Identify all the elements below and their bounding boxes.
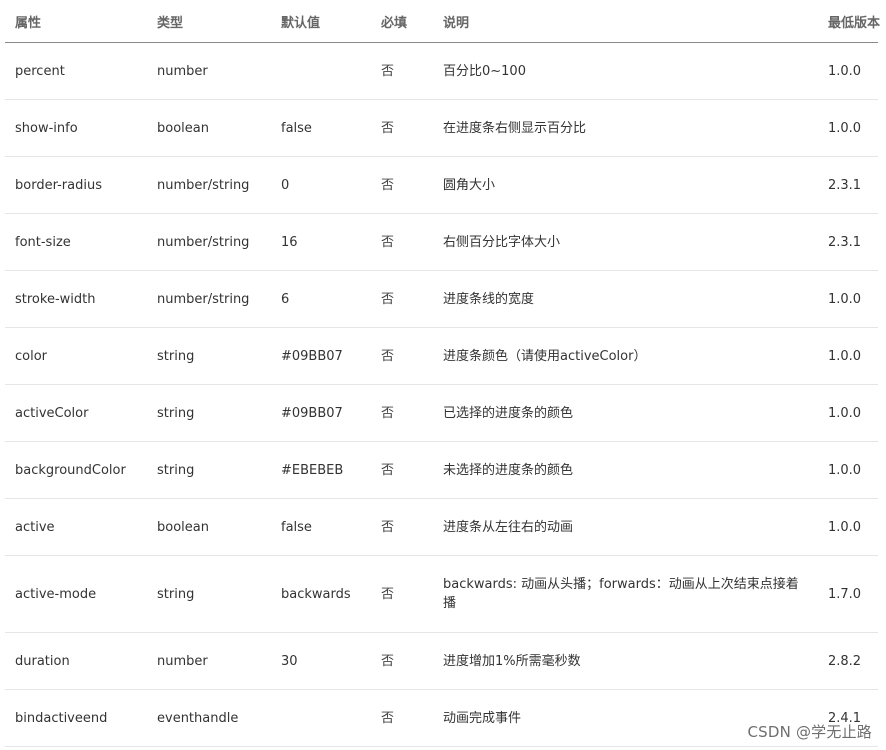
cell-description: 未选择的进度条的颜色 [433,441,818,499]
cell-description: 已选择的进度条的颜色 [433,384,818,442]
cell-min-version: 2.3.1 [818,156,878,214]
cell-default: 30 [271,632,371,690]
cell-type: string [147,441,271,499]
cell-attribute: active-mode [5,555,147,633]
cell-attribute: font-size [5,213,147,271]
table-row: font-size number/string 16 否 右侧百分比字体大小 2… [5,213,878,271]
table-row: stroke-width number/string 6 否 进度条线的宽度 1… [5,270,878,328]
cell-default: 6 [271,270,371,328]
cell-default: false [271,99,371,157]
cell-type: string [147,327,271,385]
cell-description: 百分比0~100 [433,42,818,100]
cell-default: backwards [271,555,371,633]
cell-min-version: 2.8.2 [818,632,878,690]
cell-required: 否 [371,270,433,328]
cell-default [271,689,371,747]
cell-default: 0 [271,156,371,214]
cell-required: 否 [371,42,433,100]
cell-required: 否 [371,555,433,633]
table-row: show-info boolean false 否 在进度条右侧显示百分比 1.… [5,99,878,157]
cell-required: 否 [371,498,433,556]
properties-table: 属性 类型 默认值 必填 说明 最低版本 percent number 否 百分… [5,0,880,747]
table-row: percent number 否 百分比0~100 1.0.0 [5,42,878,100]
cell-default: false [271,498,371,556]
header-attribute: 属性 [5,0,147,43]
cell-type: eventhandle [147,689,271,747]
cell-required: 否 [371,213,433,271]
cell-description: 右侧百分比字体大小 [433,213,818,271]
table-header: 属性 类型 默认值 必填 说明 最低版本 [5,0,880,43]
cell-type: number/string [147,213,271,271]
header-description: 说明 [433,0,818,43]
table-row: border-radius number/string 0 否 圆角大小 2.3… [5,156,878,214]
cell-type: number/string [147,270,271,328]
table-row: color string #09BB07 否 进度条颜色（请使用activeCo… [5,327,878,385]
cell-required: 否 [371,441,433,499]
cell-type: number [147,42,271,100]
cell-attribute: border-radius [5,156,147,214]
cell-attribute: backgroundColor [5,441,147,499]
cell-type: number [147,632,271,690]
cell-required: 否 [371,156,433,214]
cell-required: 否 [371,327,433,385]
cell-type: boolean [147,498,271,556]
cell-required: 否 [371,632,433,690]
cell-attribute: stroke-width [5,270,147,328]
header-type: 类型 [147,0,271,43]
cell-description: 进度增加1%所需毫秒数 [433,632,818,690]
table-row: active boolean false 否 进度条从左往右的动画 1.0.0 [5,498,878,556]
cell-description: 进度条线的宽度 [433,270,818,328]
cell-description: backwards: 动画从头播；forwards：动画从上次结束点接着播 [433,555,818,633]
table-row: backgroundColor string #EBEBEB 否 未选择的进度条… [5,441,878,499]
cell-type: number/string [147,156,271,214]
cell-min-version: 1.0.0 [818,498,878,556]
header-required: 必填 [371,0,433,43]
cell-min-version: 1.0.0 [818,42,878,100]
cell-description: 进度条颜色（请使用activeColor） [433,327,818,385]
cell-attribute: activeColor [5,384,147,442]
cell-attribute: active [5,498,147,556]
cell-type: string [147,555,271,633]
cell-default [271,42,371,100]
cell-min-version: 1.7.0 [818,555,878,633]
cell-attribute: color [5,327,147,385]
cell-min-version: 2.3.1 [818,213,878,271]
cell-attribute: show-info [5,99,147,157]
csdn-watermark: CSDN @学无止路 [747,723,872,741]
cell-type: string [147,384,271,442]
cell-min-version: 1.0.0 [818,441,878,499]
cell-min-version: 1.0.0 [818,270,878,328]
table-row: duration number 30 否 进度增加1%所需毫秒数 2.8.2 [5,632,878,690]
cell-required: 否 [371,99,433,157]
cell-min-version: 1.0.0 [818,327,878,385]
table-body: percent number 否 百分比0~100 1.0.0 show-inf… [5,42,878,747]
cell-required: 否 [371,384,433,442]
cell-default: #09BB07 [271,384,371,442]
header-default: 默认值 [271,0,371,43]
cell-type: boolean [147,99,271,157]
cell-attribute: duration [5,632,147,690]
cell-default: #EBEBEB [271,441,371,499]
cell-attribute: bindactiveend [5,689,147,747]
cell-min-version: 1.0.0 [818,384,878,442]
cell-required: 否 [371,689,433,747]
header-row: 属性 类型 默认值 必填 说明 最低版本 [5,0,880,43]
cell-attribute: percent [5,42,147,100]
table-row: active-mode string backwards 否 backwards… [5,555,878,633]
table-row: activeColor string #09BB07 否 已选择的进度条的颜色 … [5,384,878,442]
cell-default: 16 [271,213,371,271]
header-min-version: 最低版本 [818,0,880,43]
cell-description: 进度条从左往右的动画 [433,498,818,556]
cell-default: #09BB07 [271,327,371,385]
cell-min-version: 1.0.0 [818,99,878,157]
cell-description: 圆角大小 [433,156,818,214]
cell-description: 在进度条右侧显示百分比 [433,99,818,157]
